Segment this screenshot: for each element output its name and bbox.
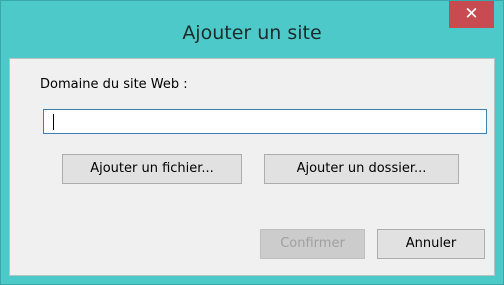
close-icon: ✕ (464, 4, 479, 24)
domain-input[interactable] (43, 109, 487, 134)
text-caret (53, 114, 54, 130)
title-bar[interactable]: Ajouter un site ✕ (1, 1, 503, 58)
close-button[interactable]: ✕ (449, 1, 494, 28)
dialog-body: Domaine du site Web : Ajouter un fichier… (9, 58, 495, 276)
confirm-button[interactable]: Confirmer (260, 229, 365, 259)
window-title: Ajouter un site (182, 22, 322, 44)
add-site-dialog: Ajouter un site ✕ Domaine du site Web : … (0, 0, 504, 285)
add-folder-button[interactable]: Ajouter un dossier... (264, 154, 459, 184)
cancel-button[interactable]: Annuler (377, 229, 485, 259)
domain-label: Domaine du site Web : (40, 77, 188, 92)
add-file-button[interactable]: Ajouter un fichier... (62, 154, 242, 184)
